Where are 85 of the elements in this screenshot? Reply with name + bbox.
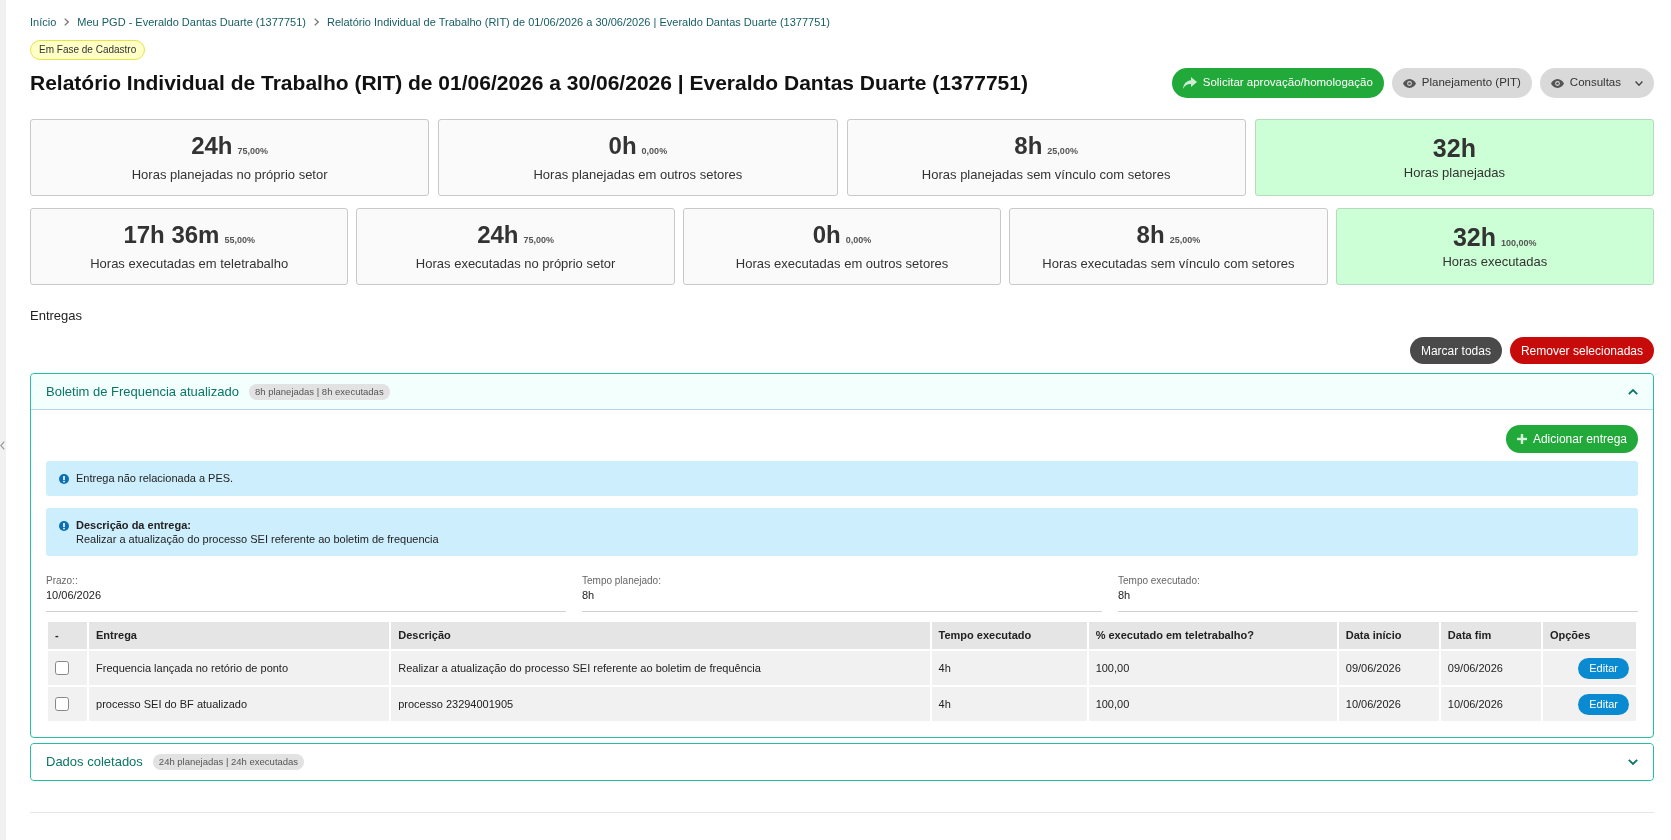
stat-label: Horas planejadas no próprio setor [131,167,328,183]
chevron-right-icon [64,18,70,26]
stat-label: Horas executadas em outros setores [735,256,949,272]
edit-button[interactable]: Editar [1578,657,1629,679]
column-header: Data início [1337,621,1440,650]
chevron-left-icon[interactable] [0,441,5,450]
stat-value: 0h [608,132,637,160]
breadcrumb-current: Relatório Individual de Trabalho (RIT) de 01/06/2026 a 30/06/2026 | Everaldo Dantas Duarte (1377751) [326,15,831,30]
eye-icon [1550,78,1564,88]
stat-label: Horas executadas em teletrabalho [90,256,289,272]
column-header: % executado em teletrabalho? [1087,621,1338,650]
exclamation-icon [59,474,69,484]
stat-value: 0h [812,221,841,249]
section-title: Entregas [30,307,84,325]
table-cell: 09/06/2026 [1439,650,1542,686]
stat-label: Horas planejadas sem vínculo com setores [921,167,1171,183]
stat-label: Horas planejadas [1403,165,1505,181]
alert-text: Entrega não relacionada a PES. [76,471,234,486]
status-badge: Em Fase de Cadastro [30,40,146,60]
stat-percent: 55,00% [224,234,255,247]
stat-label: Horas executadas [1442,254,1548,270]
alert-text: Realizar a atualização do processo SEI referente ao boletim de frequencia [76,532,439,546]
column-header: Data fim [1439,621,1542,650]
edit-button[interactable]: Editar [1578,693,1629,715]
stat-value: 24h [191,132,233,160]
field-label: Tempo planejado: [582,574,662,588]
table-cell: 100,00 [1087,650,1338,686]
stat-value: 24h [477,221,519,249]
stat-value: 17h 36m [123,221,220,249]
field-value: 8h [1118,588,1132,602]
table-cell: 09/06/2026 [1337,650,1440,686]
table-cell: 100,00 [1087,686,1338,722]
breadcrumb-link[interactable]: Meu PGD - Everaldo Dantas Duarte (1377751) [77,14,306,30]
stat-label: Horas planejadas em outros setores [533,167,743,183]
stat-percent: 25,00% [1047,145,1078,158]
caret-down-icon [1635,80,1643,86]
field-label: Prazo:: [46,574,79,588]
field-value: 8h [582,588,596,602]
stat-value: 8h [1014,132,1043,160]
stat-percent: 75,00% [523,234,555,247]
field-label: Tempo executado: [1118,574,1201,588]
table-cell: processo SEI do BF atualizado [88,686,391,722]
hours-badge: 24h planejadas | 24h executadas [152,754,305,770]
table-cell: 4h [930,686,1088,722]
accordion-title: Dados coletados [46,753,143,772]
eye-icon [1402,78,1416,88]
field-value: 10/06/2026 [46,588,103,602]
stat-percent: 100,00% [1501,237,1537,250]
row-checkbox[interactable] [55,697,69,711]
plus-icon [1516,434,1527,444]
column-header: Descrição [390,621,931,650]
row-checkbox[interactable] [55,661,69,675]
mark-all-button[interactable]: Marcar todas [1409,337,1502,364]
table-cell: 10/06/2026 [1439,686,1542,722]
remove-selected-button[interactable]: Remover selecionadas [1509,337,1654,364]
stat-label: Horas executadas sem vínculo com setores [1042,256,1295,272]
stat-percent: 0,00% [845,234,872,247]
breadcrumb-link[interactable]: Início [30,14,57,30]
page-title: Relatório Individual de Trabalho (RIT) de 01/06/2026 a 30/06/2026 | Everaldo Dantas Duarte (1377751) [30,70,1028,97]
exclamation-icon [59,521,69,531]
stat-percent: 0,00% [641,145,668,158]
stat-label: Horas executadas no próprio setor [415,256,616,272]
stat-percent: 25,00% [1169,234,1201,247]
share-arrow-icon [1182,77,1197,89]
accordion-header[interactable]: Dados coletados 24h planejadas | 24h executadas [31,744,1653,780]
stat-value: 32h [1452,223,1497,251]
table-cell: 4h [930,650,1088,686]
queries-dropdown-button[interactable]: Consultas [1539,68,1654,98]
chevron-right-icon [313,18,319,26]
table-cell: processo 23294001905 [390,686,931,722]
table-cell: Frequencia lançada no retório de ponto [88,650,391,686]
column-header: Tempo executado [930,621,1088,650]
table-cell: 10/06/2026 [1337,686,1440,722]
planning-button[interactable]: Planejamento (PIT) [1391,68,1532,98]
stat-value: 32h [1432,134,1476,162]
accordion-header[interactable]: Boletim de Frequencia atualizado 8h planejadas | 8h executadas [31,374,1653,410]
accordion-title: Boletim de Frequencia atualizado [46,382,239,401]
table-cell: Realizar a atualização do processo SEI referente ao boletim de frequência [390,650,931,686]
hours-badge: 8h planejadas | 8h executadas [248,383,390,400]
column-header: Entrega [88,621,391,650]
column-header: - [47,621,88,650]
stat-percent: 75,00% [237,145,269,158]
alert-heading: Descrição da entrega: [76,518,192,532]
column-header: Opções [1541,621,1637,650]
stat-value: 8h [1136,221,1165,249]
